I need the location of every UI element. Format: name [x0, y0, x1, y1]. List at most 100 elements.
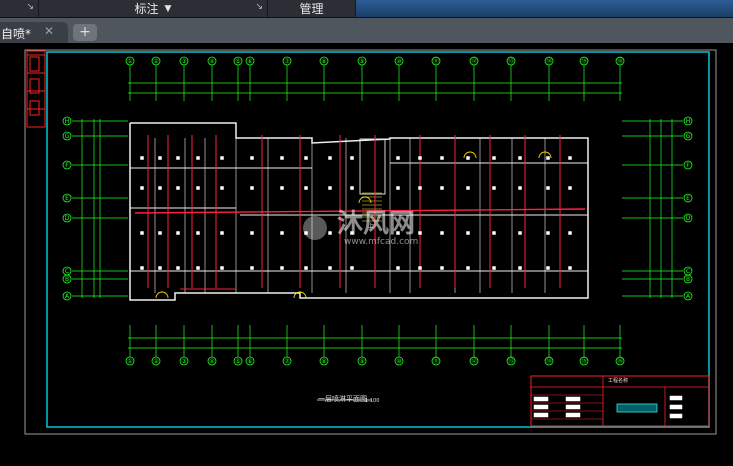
drawing-title: 一层喷淋平面图	[318, 395, 367, 403]
sprinkler-head	[440, 231, 444, 235]
sprinkler-head	[546, 231, 550, 235]
title-block-entry	[533, 404, 549, 410]
sprinkler-head	[396, 156, 400, 160]
axis-label-bottom: ⑧	[321, 358, 326, 365]
sprinkler-head	[250, 266, 254, 270]
document-tab[interactable]: 自喷* ✕	[0, 22, 68, 43]
axis-label-left: C	[65, 268, 69, 275]
sprinkler-head	[466, 266, 470, 270]
sprinkler-head	[518, 266, 522, 270]
sprinkler-head	[466, 156, 470, 160]
ribbon-panel-left[interactable]: ↘	[0, 0, 39, 17]
axis-label-right: F	[686, 162, 690, 169]
sprinkler-head	[418, 186, 422, 190]
sprinkler-head	[196, 266, 200, 270]
sprinkler-head	[440, 186, 444, 190]
title-block-entry	[533, 412, 549, 418]
sprinkler-head	[304, 186, 308, 190]
axis-label-left: B	[65, 276, 69, 283]
sprinkler-head	[568, 186, 572, 190]
sprinkler-head	[492, 231, 496, 235]
sprinkler-head	[176, 266, 180, 270]
sprinkler-head	[328, 231, 332, 235]
axis-label-bottom: ⑦	[284, 358, 290, 365]
sprinkler-head	[196, 186, 200, 190]
sprinkler-head	[140, 156, 144, 160]
axis-label-right: B	[686, 276, 690, 283]
legend-cell	[29, 56, 40, 72]
axis-label-bottom: ⑯	[617, 357, 623, 365]
axis-label-bottom: ⑭	[546, 357, 552, 365]
title-block-entry	[669, 395, 683, 401]
sprinkler-head	[158, 156, 162, 160]
sprinkler-head	[280, 266, 284, 270]
sprinkler-head	[492, 156, 496, 160]
drawing-canvas[interactable]: ①①②②③③④④⑤⑤⑥⑥⑦⑦⑧⑧⑨⑨⑩⑩⑪⑪⑫⑫⑬⑬⑭⑭⑮⑮⑯⑯HHGGFFEE…	[0, 43, 733, 466]
axis-label-top: ⑦	[284, 58, 290, 65]
sprinkler-head	[304, 266, 308, 270]
sprinkler-head	[140, 186, 144, 190]
sprinkler-head	[196, 156, 200, 160]
sprinkler-head	[466, 186, 470, 190]
title-block-entry	[565, 412, 581, 418]
sprinkler-head	[176, 156, 180, 160]
axis-label-bottom: ④	[209, 358, 214, 365]
axis-label-left: E	[65, 195, 69, 202]
axis-label-left: G	[65, 133, 70, 140]
sprinkler-head	[196, 231, 200, 235]
close-tab-icon[interactable]: ✕	[44, 24, 54, 38]
axis-label-right: H	[686, 118, 691, 125]
axis-label-left: D	[65, 215, 70, 222]
sprinkler-head	[328, 186, 332, 190]
sprinkler-head	[546, 156, 550, 160]
axis-label-top: ⑥	[247, 58, 252, 65]
sprinkler-head	[546, 266, 550, 270]
sprinkler-head	[350, 186, 354, 190]
manage-label: 管理	[299, 2, 324, 16]
axis-label-right: C	[686, 268, 690, 275]
axis-label-top: ④	[209, 58, 214, 65]
axis-label-top: ⑫	[471, 57, 477, 65]
axis-label-bottom: ⑮	[581, 357, 587, 365]
ribbon-tab-strip	[356, 0, 733, 17]
door-swing	[155, 291, 169, 299]
axis-label-right: E	[686, 195, 690, 202]
door-swing	[463, 151, 477, 159]
title-block-drawing-name	[616, 403, 658, 413]
ribbon-panel-annotate[interactable]: 标注 ▼ ↘	[39, 0, 268, 17]
sprinkler-head	[176, 186, 180, 190]
axis-label-left: H	[65, 118, 70, 125]
new-tab-button[interactable]: +	[73, 24, 97, 41]
document-tab-title: 自喷*	[1, 27, 32, 41]
panel-expand-icon[interactable]: ↘	[26, 2, 34, 12]
title-block-entry	[533, 396, 549, 402]
sprinkler-head	[140, 266, 144, 270]
sprinkler-head	[396, 186, 400, 190]
sprinkler-head	[350, 156, 354, 160]
axis-label-bottom: ⑬	[508, 357, 514, 365]
sprinkler-head	[492, 266, 496, 270]
axis-label-right: G	[686, 133, 691, 140]
stair-core	[359, 138, 386, 195]
sprinkler-head	[176, 231, 180, 235]
ribbon-panel-manage[interactable]: 管理	[268, 0, 356, 17]
axis-label-top: ⑬	[508, 57, 514, 65]
axis-label-top: ③	[181, 58, 186, 65]
sprinkler-head	[328, 266, 332, 270]
axis-label-top: ⑯	[617, 57, 623, 65]
dropdown-arrow-icon[interactable]: ▼	[165, 4, 172, 14]
sprinkler-head	[568, 266, 572, 270]
sprinkler-head	[158, 186, 162, 190]
axis-label-bottom: ⑨	[359, 358, 364, 365]
panel-expand-icon[interactable]: ↘	[255, 2, 263, 12]
watermark-logo	[303, 216, 327, 240]
sprinkler-head	[220, 156, 224, 160]
document-tab-bar: 自喷* ✕ +	[0, 18, 733, 43]
axis-label-top: ⑩	[396, 58, 401, 65]
axis-label-bottom: ③	[181, 358, 186, 365]
sprinkler-head	[546, 186, 550, 190]
sprinkler-head	[304, 156, 308, 160]
sprinkler-head	[568, 156, 572, 160]
axis-label-right: D	[686, 215, 691, 222]
sprinkler-head	[440, 266, 444, 270]
